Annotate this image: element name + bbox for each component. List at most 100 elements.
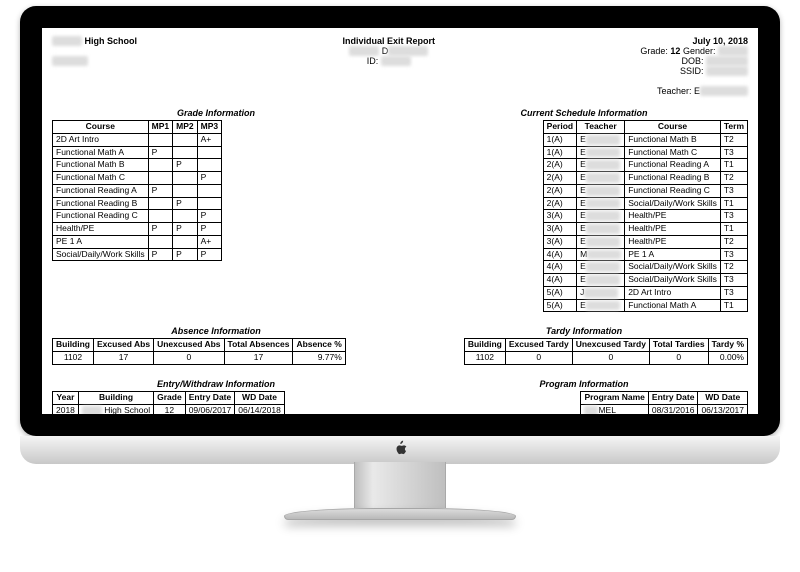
grade-row: Functional Math BP xyxy=(53,159,222,172)
tardy-unexcused: 0 xyxy=(572,352,649,365)
sched-teacher: Exx xyxy=(577,299,625,312)
grade-mp2 xyxy=(173,210,197,223)
sched-term: T3 xyxy=(720,248,747,261)
sched-teacher: Exx xyxy=(577,210,625,223)
schedule-row: 5(A)ExxFunctional Math AT1 xyxy=(543,299,747,312)
ew-hdr-year: Year xyxy=(53,392,79,405)
abs-unexcused: 0 xyxy=(154,352,224,365)
grade-mp3: P xyxy=(197,248,221,261)
sched-course: Functional Reading A xyxy=(625,159,721,172)
schedule-header-row: Period Teacher Course Term xyxy=(543,121,747,134)
sched-teacher: Exx xyxy=(577,159,625,172)
schedule-row: 3(A)ExxHealth/PET2 xyxy=(543,235,747,248)
program-title: Program Information xyxy=(420,379,748,389)
sched-term: T3 xyxy=(720,184,747,197)
abs-excused: 17 xyxy=(94,352,154,365)
grade-mp3: P xyxy=(197,223,221,236)
sched-teacher: Exx xyxy=(577,274,625,287)
grade-row: Functional Reading CP xyxy=(53,210,222,223)
header-right: July 10, 2018 Grade: 12 Gender: X DOB: X… xyxy=(640,36,748,96)
teacher-label: Teacher: xyxy=(657,86,692,96)
sched-term: T2 xyxy=(720,133,747,146)
tardy-excused: 0 xyxy=(505,352,572,365)
sched-period: 2(A) xyxy=(543,197,576,210)
sched-course: Functional Reading B xyxy=(625,172,721,185)
sched-period: 3(A) xyxy=(543,235,576,248)
sched-hdr-teacher: Teacher xyxy=(577,121,625,134)
grade-course: Functional Math C xyxy=(53,172,149,185)
tardy-hdr-building: Building xyxy=(464,339,505,352)
sched-period: 5(A) xyxy=(543,286,576,299)
sched-course: Health/PE xyxy=(625,223,721,236)
prog-hdr-wd: WD Date xyxy=(698,392,748,405)
sched-course: Social/Daily/Work Skills xyxy=(625,274,721,287)
report-header: XXXXX High School xx Individual Exit Rep… xyxy=(52,36,748,96)
schedule-row: 1(A)ExxFunctional Math CT3 xyxy=(543,146,747,159)
ew-hdr-entry: Entry Date xyxy=(185,392,235,405)
sched-teacher: Exx xyxy=(577,146,625,159)
sched-teacher: Jxx xyxy=(577,286,625,299)
sched-teacher: Mxx xyxy=(577,248,625,261)
sched-term: T3 xyxy=(720,210,747,223)
sched-period: 2(A) xyxy=(543,172,576,185)
grade-mp1 xyxy=(148,197,172,210)
schedule-row: 2(A)ExxSocial/Daily/Work SkillsT1 xyxy=(543,197,747,210)
grade-label: Grade: xyxy=(640,46,668,56)
prog-name: xMEL xyxy=(581,404,648,414)
absence-row: 1102 17 0 17 9.77% xyxy=(53,352,346,365)
program-table: Program Name Entry Date WD Date xMEL08/3… xyxy=(580,391,748,414)
tardy-header-row: Building Excused Tardy Unexcused Tardy T… xyxy=(464,339,747,352)
grade-course: Functional Reading A xyxy=(53,184,149,197)
grade-row: Functional Math AP xyxy=(53,146,222,159)
sched-course: Health/PE xyxy=(625,210,721,223)
schedule-row: 2(A)ExxFunctional Reading CT3 xyxy=(543,184,747,197)
grade-mp2 xyxy=(173,146,197,159)
grade-course: Functional Math B xyxy=(53,159,149,172)
dob-label: DOB: xyxy=(681,56,703,66)
tardy-hdr-unexcused: Unexcused Tardy xyxy=(572,339,649,352)
grade-header-row: Course MP1 MP2 MP3 xyxy=(53,121,222,134)
grade-row: Functional Math CP xyxy=(53,172,222,185)
sched-term: T1 xyxy=(720,223,747,236)
grade-table: Course MP1 MP2 MP3 2D Art IntroA+Functio… xyxy=(52,120,222,261)
sched-course: Functional Math C xyxy=(625,146,721,159)
grade-mp1 xyxy=(148,210,172,223)
schedule-row: 4(A)MxxPE 1 AT3 xyxy=(543,248,747,261)
sched-course: Social/Daily/Work Skills xyxy=(625,197,721,210)
grade-row: Social/Daily/Work SkillsPPP xyxy=(53,248,222,261)
grade-hdr-mp2: MP2 xyxy=(173,121,197,134)
sched-course: Functional Math A xyxy=(625,299,721,312)
tardy-total: 0 xyxy=(649,352,708,365)
sched-period: 2(A) xyxy=(543,184,576,197)
teacher-blur: XXXXX xyxy=(700,86,748,96)
abs-hdr-building: Building xyxy=(53,339,94,352)
grade-mp3 xyxy=(197,184,221,197)
grade-mp1: P xyxy=(148,146,172,159)
grade-mp1: P xyxy=(148,223,172,236)
grade-course: Social/Daily/Work Skills xyxy=(53,248,149,261)
header-blur-left: xx xyxy=(52,56,88,66)
grade-row: Functional Reading BP xyxy=(53,197,222,210)
abs-hdr-pct: Absence % xyxy=(293,339,345,352)
grade-mp2 xyxy=(173,235,197,248)
grade-mp1: P xyxy=(148,248,172,261)
ew-hdr-wd: WD Date xyxy=(235,392,285,405)
ssid-label: SSID: xyxy=(680,66,704,76)
absence-header-row: Building Excused Abs Unexcused Abs Total… xyxy=(53,339,346,352)
grade-mp1 xyxy=(148,235,172,248)
left-column: Grade Information Course MP1 MP2 MP3 2D … xyxy=(52,100,380,261)
prog-hdr-entry: Entry Date xyxy=(648,392,698,405)
sched-teacher: Exx xyxy=(577,172,625,185)
sched-teacher: Exx xyxy=(577,133,625,146)
school-prefix-blur: XXXXX xyxy=(52,36,82,46)
tardy-title: Tardy Information xyxy=(420,326,748,336)
sched-term: T2 xyxy=(720,261,747,274)
sched-term: T1 xyxy=(720,299,747,312)
student-name-blur: xxxx xyxy=(388,46,428,56)
right-column: Current Schedule Information Period Teac… xyxy=(420,100,748,312)
grade-mp3: A+ xyxy=(197,133,221,146)
grade-mp1 xyxy=(148,133,172,146)
sched-hdr-period: Period xyxy=(543,121,576,134)
grade-mp1 xyxy=(148,159,172,172)
ew-entry: 09/06/2017 xyxy=(185,404,235,414)
